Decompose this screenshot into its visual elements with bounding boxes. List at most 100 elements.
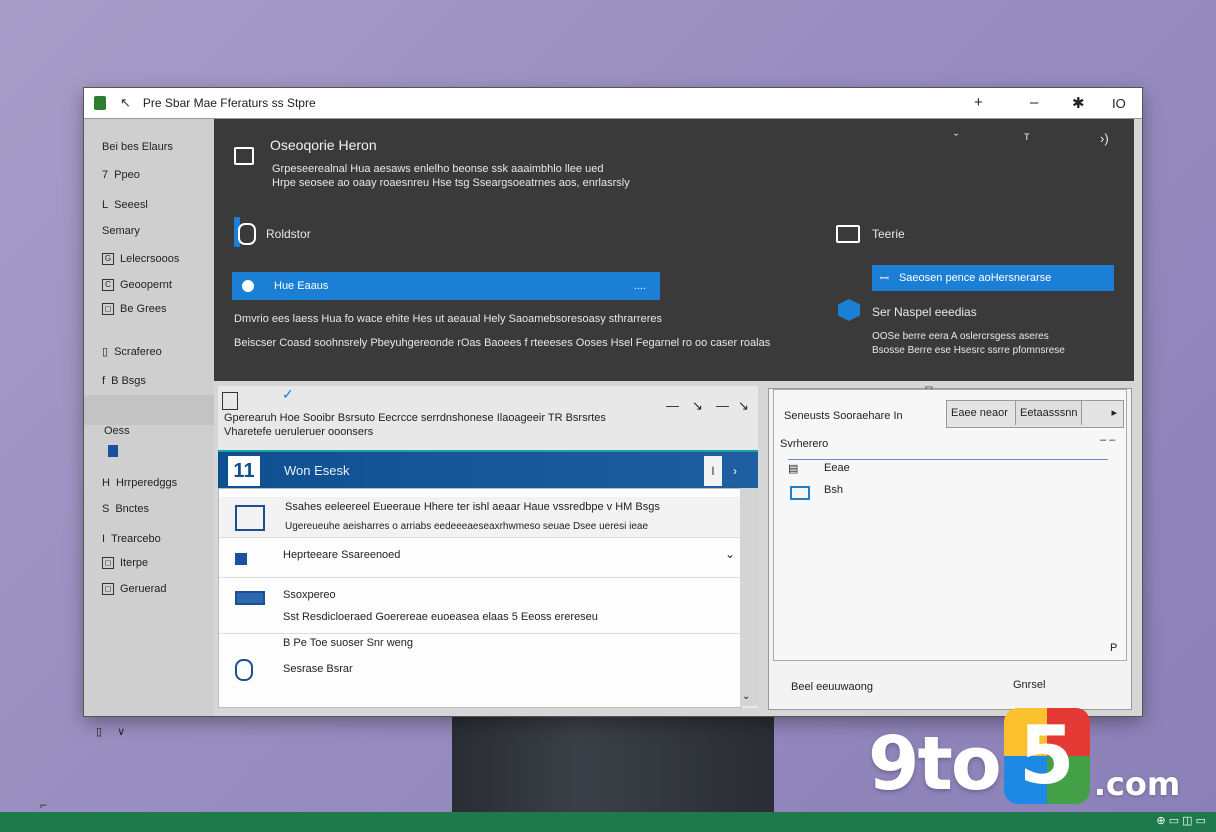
watermark-digit: 5 (1018, 709, 1075, 802)
sidebar-item-13[interactable]: I Trearcebo (102, 533, 161, 545)
card-icon (790, 486, 810, 500)
sidebar-item-3[interactable]: L Seeesl (102, 199, 148, 211)
dark-settings-panel: Oseoqorie Heron ˇ ᵀ ›) Grpeseerealnal Hu… (214, 119, 1134, 381)
section-header[interactable]: 11 Won Esesk l › (218, 450, 758, 490)
radio-icon (242, 280, 254, 292)
more-icon[interactable]: – – (1100, 434, 1115, 446)
sidebar-item-label: Hrrperedggs (115, 477, 178, 489)
sidebar-item-12[interactable]: S Bnctes (102, 503, 149, 515)
taskbar-strip (0, 812, 1216, 832)
watermark-logo: 9to 5 .com (868, 700, 1180, 804)
item-icon: C (102, 279, 114, 291)
watermark-digit-tile: 5 (1003, 708, 1090, 804)
divider (788, 459, 1108, 460)
cancel-button[interactable]: Gnrsel (1013, 679, 1045, 691)
footer-link[interactable]: Beel eeuuwaong (791, 681, 873, 693)
selected-option-1[interactable]: Hue Eaaus .... (232, 272, 660, 300)
select-field[interactable]: Eaee neaor Eetaasssnn ▸ (946, 400, 1124, 428)
close-button[interactable]: IO (1112, 96, 1126, 111)
sidebar-item-5[interactable]: G Lelecrsooos (102, 253, 179, 265)
field-arrow-icon[interactable]: ▸ (1111, 406, 1117, 419)
field-option-2[interactable]: Eetaasssnn (1015, 401, 1083, 425)
section-label-1: Roldstor (266, 227, 311, 241)
sidebar-item-10[interactable]: Oess (104, 425, 130, 437)
section-label-2: Teerie (872, 227, 905, 241)
camera-icon (234, 147, 254, 165)
intro-line-1: Gperearuh Hoe Sooibr Bsrsuto Eecrcce ser… (224, 412, 606, 424)
item-icon: ◻ (102, 303, 114, 315)
info-line-2: Beiscser Coasd soohnsrely Pbeyuhgereonde… (234, 337, 771, 349)
sidebar-item-label: Geruerad (120, 583, 167, 595)
sidebar-item-label: Lelecrsooos (120, 253, 180, 265)
panel-icon[interactable]: ▯ (96, 726, 102, 738)
chevron-down-icon[interactable]: ∨ (117, 726, 125, 738)
list-item[interactable]: Sesrase Bsrar (219, 659, 741, 695)
list-item[interactable]: Ssahes eeleereel Eueeraue Hhere ter ishl… (219, 497, 741, 538)
section-heading: Oseoqorie Heron (270, 137, 377, 153)
list-item[interactable]: Heprteeare Ssareenoed ⌄ (219, 547, 741, 578)
option-more-icon: .... (633, 280, 646, 292)
watermark-suffix: .com (1093, 765, 1181, 803)
sidebar-footer: ▯ ∨ (96, 725, 125, 738)
sidebar-item-label: Be Grees (120, 303, 167, 315)
sidebar-item-label: Trearcebo (111, 533, 161, 545)
list-item[interactable]: B Pe Toe suoser Snr weng (219, 637, 741, 659)
description-line-2: Hrpe seosee ao oaay roaesnreu Hse tsg Ss… (272, 177, 630, 189)
item-title: B Pe Toe suoser Snr weng (283, 637, 414, 649)
sidebar-item-15[interactable]: ◻ Geruerad (102, 583, 166, 595)
new-button[interactable]: + (974, 94, 983, 111)
toolbar-button-1[interactable]: — (666, 398, 679, 413)
back-arrow-icon[interactable]: ↖ (120, 95, 131, 111)
item-title: Ssoxpereo (283, 589, 336, 601)
field-option-1[interactable]: Eaee neaor (951, 407, 1008, 419)
doc-icon (222, 392, 238, 410)
header-expand-button[interactable]: › (726, 456, 744, 486)
chevron-down-icon[interactable]: ⌄ (725, 547, 735, 561)
sidebar-item-label: Seeesl (114, 199, 148, 211)
pin-button[interactable]: ✱ (1072, 94, 1085, 112)
toolbar-button-3[interactable]: — (716, 398, 729, 413)
list-item-1[interactable]: Eeae (824, 462, 850, 474)
monitor-stand (452, 716, 774, 816)
sidebar-item-2[interactable]: 7 Ppeo (102, 169, 140, 181)
sidebar-item-label: B Bsgs (111, 375, 146, 387)
sidebar-item-11[interactable]: H Hrrperedggs (102, 477, 177, 489)
watermark-prefix: 9to (868, 721, 1002, 807)
toolbar-button-4[interactable]: ↘ (738, 398, 749, 414)
sidebar-item-label: Geoopernt (120, 279, 172, 291)
person-icon (238, 223, 256, 245)
sidebar-item-header[interactable]: Bei bes Elaurs (102, 141, 173, 153)
intro-line-2: Vharetefe ueruleruer ooonsers (224, 426, 374, 438)
sidebar: Bei bes Elaurs 7 Ppeo L Seeesl Semary G Lel… (84, 119, 214, 738)
sidebar-item-9[interactable]: f B Bsgs (102, 375, 146, 387)
title-bar: ↖ Pre Sbar Mae Fferaturs ss Stpre + – ✱ … (84, 88, 1142, 119)
chevron-icon[interactable]: ˇ (954, 131, 958, 146)
sidebar-item-7[interactable]: ◻ Be Grees (102, 303, 166, 315)
minimize-button[interactable]: – (1030, 94, 1038, 111)
scrollbar[interactable]: ⌄ (740, 488, 758, 706)
corner-icon[interactable]: P (1110, 642, 1117, 654)
item-icon: S (102, 503, 110, 515)
sidebar-item-6[interactable]: C Geoopernt (102, 279, 172, 291)
sidebar-item-4[interactable]: Semary (102, 225, 140, 237)
pin-icon[interactable]: ᵀ (1024, 131, 1030, 146)
selected-option-2[interactable]: ꟷ Saeosen pence aoHersnerarse (872, 265, 1114, 291)
scroll-down-icon[interactable]: ⌄ (742, 691, 750, 702)
option-label: Saeosen pence aoHersnerarse (898, 272, 1052, 284)
window-title: Pre Sbar Mae Fferaturs ss Stpre (142, 96, 316, 110)
item-title: Heprteeare Ssareenoed (283, 549, 401, 561)
list-item-2[interactable]: Bsh (824, 484, 843, 496)
item-icon: L (102, 199, 109, 211)
sidebar-item-8[interactable]: ▯ Scrafereo (102, 345, 162, 359)
sound-icon[interactable]: ›) (1100, 131, 1109, 146)
item-subtitle: Ugereueuhe aeisharres o arriabs eedeeeae… (285, 521, 649, 532)
section-label-3: Ser Naspel eeedias (872, 305, 977, 319)
sidebar-item-label: Scrafereo (114, 345, 162, 358)
list-item[interactable]: Ssoxpereo Sst Resdicloeraed Goerereae eu… (219, 585, 741, 634)
sidebar-item-14[interactable]: ◻ Iterpe (102, 557, 148, 569)
panel-label: Seneusts Sooraehare In (784, 410, 903, 422)
section-badge: 11 (228, 456, 260, 486)
corner-mark-icon: ⌐ (40, 798, 48, 812)
toolbar-button-2[interactable]: ↘ (692, 398, 703, 414)
header-option-button[interactable]: l (704, 456, 722, 486)
